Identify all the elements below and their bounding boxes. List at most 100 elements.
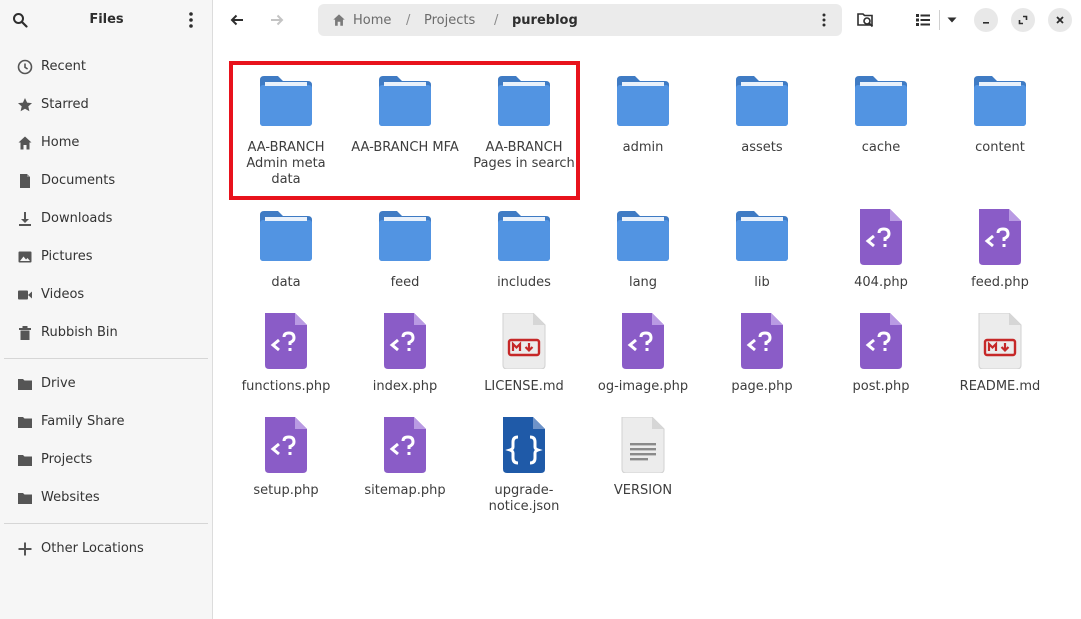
sidebar-item-downloads[interactable]: Downloads <box>0 203 213 235</box>
sidebar-divider <box>4 358 208 359</box>
sidebar-item-label: Other Locations <box>41 541 144 556</box>
plus-icon <box>17 541 33 557</box>
sidebar-item-label: Recent <box>41 59 86 74</box>
file-name: 404.php <box>854 275 908 290</box>
file-name: functions.php <box>241 379 331 394</box>
file-name: feed <box>390 275 420 290</box>
search-files-button[interactable] <box>852 6 880 34</box>
php-file-icon <box>384 417 426 473</box>
kebab-menu-icon <box>822 13 826 27</box>
php-file-icon <box>860 313 902 369</box>
file-name: cache <box>861 140 901 155</box>
arrow-right-icon <box>271 14 284 26</box>
sidebar-item-home[interactable]: Home <box>0 127 213 159</box>
file-name: data <box>271 275 301 290</box>
php-file-icon <box>741 313 783 369</box>
sidebar-item-label: Drive <box>41 376 76 391</box>
view-options-button[interactable] <box>938 6 966 34</box>
folder-icon <box>17 490 33 506</box>
sidebar-item-recent[interactable]: Recent <box>0 51 213 83</box>
sidebar: Files Recent Starred Home Documents Down… <box>0 0 213 619</box>
sidebar-item-label: Projects <box>41 452 93 467</box>
chevron-down-icon <box>947 17 957 23</box>
folder-icon <box>617 76 669 126</box>
folder-search-icon <box>857 13 874 28</box>
file-name: assets <box>741 140 783 155</box>
highlight-annotation <box>229 61 580 200</box>
sidebar-item-label: Pictures <box>41 249 93 264</box>
folder-icon <box>498 211 550 261</box>
text-file-icon <box>621 417 665 473</box>
path-bar: Home / Projects / pureblog <box>318 4 842 36</box>
breadcrumb-separator: / <box>406 13 411 28</box>
close-button[interactable] <box>1048 8 1072 32</box>
document-icon <box>17 173 33 189</box>
kebab-menu-icon <box>189 12 193 28</box>
markdown-file-icon <box>978 313 1022 369</box>
file-name: page.php <box>731 379 793 394</box>
sidebar-item-label: Websites <box>41 490 100 505</box>
file-name: content <box>975 140 1025 155</box>
sidebar-item-starred[interactable]: Starred <box>0 89 213 121</box>
path-menu-button[interactable] <box>816 12 832 28</box>
folder-icon <box>736 76 788 126</box>
file-name: lib <box>754 275 770 290</box>
file-name: LICENSE.md <box>484 379 564 394</box>
view-list-button[interactable] <box>909 6 937 34</box>
clock-icon <box>17 59 33 75</box>
list-view-icon <box>916 14 930 26</box>
sidebar-item-pictures[interactable]: Pictures <box>0 241 213 273</box>
breadcrumb-current[interactable]: pureblog <box>512 13 578 28</box>
picture-icon <box>17 249 33 265</box>
home-icon <box>17 135 33 151</box>
sidebar-item-documents[interactable]: Documents <box>0 165 213 197</box>
forward-button[interactable] <box>263 6 291 34</box>
file-name: index.php <box>372 379 438 394</box>
breadcrumb-projects[interactable]: Projects <box>424 13 475 28</box>
php-file-icon <box>979 209 1021 265</box>
star-icon <box>17 97 33 113</box>
close-icon <box>1056 16 1064 24</box>
file-name: upgrade-notice.json <box>488 483 560 514</box>
file-name: setup.php <box>253 483 319 498</box>
minimize-button[interactable] <box>974 8 998 32</box>
sidebar-item-videos[interactable]: Videos <box>0 279 213 311</box>
sidebar-divider <box>4 523 208 524</box>
home-icon <box>332 13 346 31</box>
folder-icon <box>379 211 431 261</box>
maximize-button[interactable] <box>1011 8 1035 32</box>
sidebar-item-label: Downloads <box>41 211 113 226</box>
sidebar-item-rubbish-bin[interactable]: Rubbish Bin <box>0 317 213 349</box>
markdown-file-icon <box>502 313 546 369</box>
sidebar-item-projects[interactable]: Projects <box>0 444 213 476</box>
breadcrumb-home[interactable]: Home <box>353 13 391 28</box>
folder-icon <box>855 76 907 126</box>
php-file-icon <box>860 209 902 265</box>
sidebar-item-family-share[interactable]: Family Share <box>0 406 213 438</box>
sidebar-item-label: Family Share <box>41 414 125 429</box>
file-name: VERSION <box>613 483 673 498</box>
sidebar-item-websites[interactable]: Websites <box>0 482 213 514</box>
maximize-icon <box>1018 15 1028 25</box>
folder-icon <box>974 76 1026 126</box>
sidebar-item-label: Videos <box>41 287 85 302</box>
sidebar-item-drive[interactable]: Drive <box>0 368 213 400</box>
arrow-left-icon <box>230 14 243 26</box>
main-menu-button[interactable] <box>180 9 202 31</box>
back-button[interactable] <box>223 6 251 34</box>
folder-icon <box>736 211 788 261</box>
sidebar-item-other-locations[interactable]: Other Locations <box>0 533 213 565</box>
folder-icon <box>17 452 33 468</box>
sidebar-item-label: Starred <box>41 97 89 112</box>
download-icon <box>17 211 33 227</box>
file-name: admin <box>622 140 664 155</box>
file-name: post.php <box>852 379 910 394</box>
file-name: lang <box>628 275 658 290</box>
file-name: feed.php <box>971 275 1029 290</box>
file-name: sitemap.php <box>364 483 446 498</box>
php-file-icon <box>265 417 307 473</box>
sidebar-item-label: Home <box>41 135 80 150</box>
folder-icon <box>17 414 33 430</box>
folder-icon <box>17 376 33 392</box>
file-name: includes <box>497 275 551 290</box>
